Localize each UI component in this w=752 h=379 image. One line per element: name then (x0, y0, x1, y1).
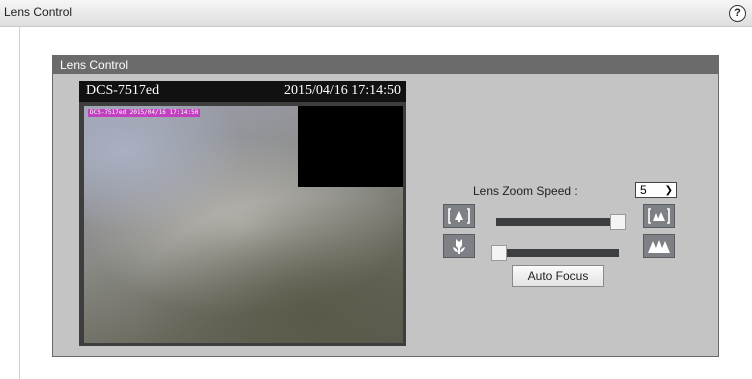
privacy-mask (298, 106, 403, 187)
help-icon[interactable]: ? (729, 5, 746, 22)
panel-title: Lens Control (60, 58, 129, 72)
divider (19, 27, 20, 379)
page-header: Lens Control ? (0, 0, 752, 27)
zoom-in-button[interactable] (443, 204, 475, 228)
panel-header: Lens Control (53, 56, 718, 74)
focus-slider-handle[interactable] (491, 245, 507, 261)
focus-near-button[interactable] (443, 234, 475, 258)
zoom-speed-select[interactable]: 5 ❯ (635, 182, 677, 198)
zoom-speed-label: Lens Zoom Speed : (473, 184, 578, 198)
chevron-down-icon: ❯ (664, 185, 673, 196)
focus-slider-track[interactable] (496, 249, 619, 257)
zoom-out-button[interactable] (643, 204, 675, 228)
zoom-slider-handle[interactable] (610, 214, 626, 230)
camera-timestamp: 2015/04/16 17:14:50 (283, 83, 401, 98)
zoom-speed-value: 5 (640, 183, 647, 197)
video-info-bar: DCS-7517ed 2015/04/16 17:14:50 (79, 81, 406, 102)
camera-name: DCS-7517ed (86, 83, 160, 98)
page-title: Lens Control (4, 5, 73, 19)
focus-far-button[interactable] (643, 234, 675, 258)
live-video-view: DCS-7517ed 2015/04/16 17:14:50 DCS-7517e… (79, 81, 406, 346)
lens-control-page: Lens Control ? Lens Control DCS-7517ed 2… (0, 0, 752, 379)
lens-control-panel: Lens Control DCS-7517ed 2015/04/16 17:14… (52, 55, 719, 357)
zoom-slider-track[interactable] (496, 218, 623, 226)
auto-focus-button[interactable]: Auto Focus (512, 265, 604, 287)
video-osd-text: DCS-7517ed 2015/04/16 17:14:50 (88, 109, 201, 117)
